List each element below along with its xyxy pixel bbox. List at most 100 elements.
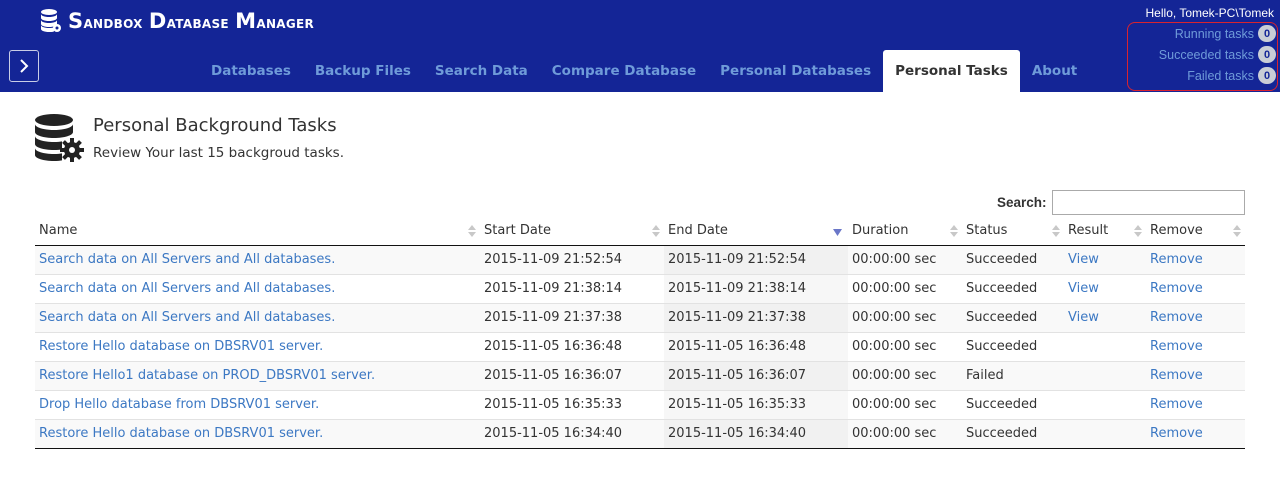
task-name-link[interactable]: Restore Hello1 database on PROD_DBSRV01 … xyxy=(35,360,480,390)
nav-backup-files[interactable]: Backup Files xyxy=(303,50,423,92)
nav-databases[interactable]: Databases xyxy=(199,50,303,92)
table-row: Restore Hello database on DBSRV01 server… xyxy=(35,331,1245,361)
result-cell xyxy=(1064,331,1146,361)
start-date-cell: 2015-11-05 16:36:48 xyxy=(480,331,664,361)
nav-personal-databases[interactable]: Personal Databases xyxy=(708,50,883,92)
col-header-result-label: Result xyxy=(1068,222,1109,238)
task-name-link[interactable]: Drop Hello database from DBSRV01 server. xyxy=(35,389,480,419)
col-header-status[interactable]: Status xyxy=(962,216,1064,246)
col-header-name-label: Name xyxy=(39,222,78,238)
remove-link[interactable]: Remove xyxy=(1150,397,1203,412)
sort-both-icon xyxy=(950,225,958,237)
failed-tasks-label: Failed tasks xyxy=(1187,68,1254,83)
remove-cell: Remove xyxy=(1146,273,1245,303)
task-name-text[interactable]: Restore Hello database on DBSRV01 server… xyxy=(39,339,323,354)
main-nav: Databases Backup Files Search Data Compa… xyxy=(199,50,1089,92)
end-date-cell: 2015-11-09 21:37:38 xyxy=(664,302,848,332)
view-result-link[interactable]: View xyxy=(1068,310,1099,325)
task-name-link[interactable]: Search data on All Servers and All datab… xyxy=(35,302,480,332)
col-header-remove[interactable]: Remove xyxy=(1146,216,1245,246)
task-name-link[interactable]: Restore Hello database on DBSRV01 server… xyxy=(35,331,480,361)
remove-link[interactable]: Remove xyxy=(1150,368,1203,383)
remove-cell: Remove xyxy=(1146,302,1245,332)
nav-compare-database[interactable]: Compare Database xyxy=(540,50,708,92)
col-header-end-label: End Date xyxy=(668,222,728,238)
remove-link[interactable]: Remove xyxy=(1150,310,1203,325)
remove-cell: Remove xyxy=(1146,331,1245,361)
table-row: Restore Hello1 database on PROD_DBSRV01 … xyxy=(35,360,1245,390)
running-tasks-label: Running tasks xyxy=(1174,26,1254,41)
sidebar-toggle-button[interactable] xyxy=(9,50,39,82)
search-input[interactable] xyxy=(1052,190,1245,215)
task-name-text[interactable]: Restore Hello1 database on PROD_DBSRV01 … xyxy=(39,368,375,383)
result-cell: View xyxy=(1064,302,1146,332)
app-title-w3: anager xyxy=(256,13,315,33)
app-title-d: D xyxy=(148,9,167,33)
task-name-link[interactable]: Search data on All Servers and All datab… xyxy=(35,273,480,303)
status-cell: Failed xyxy=(962,360,1064,390)
nav-about[interactable]: About xyxy=(1020,50,1089,92)
view-result-link[interactable]: View xyxy=(1068,252,1099,267)
sort-desc-icon xyxy=(833,229,842,236)
nav-personal-tasks[interactable]: Personal Tasks xyxy=(883,50,1020,92)
view-result-link[interactable]: View xyxy=(1068,281,1099,296)
col-header-remove-label: Remove xyxy=(1150,222,1203,238)
result-cell xyxy=(1064,389,1146,419)
app-brand[interactable]: Sandbox Database Manager xyxy=(40,8,314,34)
running-tasks-link[interactable]: Running tasks 0 xyxy=(1175,25,1276,42)
duration-cell: 00:00:00 sec xyxy=(848,331,962,361)
start-date-cell: 2015-11-05 16:36:07 xyxy=(480,360,664,390)
succeeded-tasks-link[interactable]: Succeeded tasks 0 xyxy=(1159,46,1276,63)
status-cell: Succeeded xyxy=(962,302,1064,332)
task-name-text[interactable]: Search data on All Servers and All datab… xyxy=(39,281,335,296)
remove-link[interactable]: Remove xyxy=(1150,426,1203,441)
task-name-link[interactable]: Search data on All Servers and All datab… xyxy=(35,245,480,274)
succeeded-tasks-count: 0 xyxy=(1258,46,1276,63)
remove-link[interactable]: Remove xyxy=(1150,281,1203,296)
col-header-start-label: Start Date xyxy=(484,222,551,238)
remove-link[interactable]: Remove xyxy=(1150,252,1203,267)
sort-both-icon xyxy=(468,225,476,237)
end-date-cell: 2015-11-05 16:36:07 xyxy=(664,360,848,390)
end-date-cell: 2015-11-09 21:38:14 xyxy=(664,273,848,303)
app-title-w1: andbox xyxy=(83,13,149,33)
start-date-cell: 2015-11-09 21:52:54 xyxy=(480,245,664,274)
failed-tasks-link[interactable]: Failed tasks 0 xyxy=(1187,67,1276,84)
remove-cell: Remove xyxy=(1146,418,1245,449)
col-header-end-date[interactable]: End Date xyxy=(664,216,848,246)
task-name-text[interactable]: Search data on All Servers and All datab… xyxy=(39,310,335,325)
start-date-cell: 2015-11-05 16:35:33 xyxy=(480,389,664,419)
database-gear-icon xyxy=(35,114,84,162)
page-title: Personal Background Tasks xyxy=(93,115,337,136)
end-date-cell: 2015-11-05 16:36:48 xyxy=(664,331,848,361)
col-header-duration[interactable]: Duration xyxy=(848,216,962,246)
sort-both-icon xyxy=(1134,225,1142,237)
failed-tasks-count: 0 xyxy=(1258,67,1276,84)
end-date-cell: 2015-11-05 16:34:40 xyxy=(664,418,848,449)
sort-both-icon xyxy=(652,225,660,237)
duration-cell: 00:00:00 sec xyxy=(848,389,962,419)
remove-link[interactable]: Remove xyxy=(1150,339,1203,354)
chevron-right-icon xyxy=(20,59,29,73)
col-header-start-date[interactable]: Start Date xyxy=(480,216,664,246)
result-cell: View xyxy=(1064,245,1146,274)
nav-search-data[interactable]: Search Data xyxy=(423,50,540,92)
user-greeting: Hello, Tomek-PC\Tomek xyxy=(1145,6,1274,20)
start-date-cell: 2015-11-05 16:34:40 xyxy=(480,418,664,449)
table-header-row: Name Start Date End Date Duration Status… xyxy=(35,216,1245,246)
task-name-link[interactable]: Restore Hello database on DBSRV01 server… xyxy=(35,418,480,449)
status-cell: Succeeded xyxy=(962,331,1064,361)
table-row: Search data on All Servers and All datab… xyxy=(35,245,1245,274)
status-cell: Succeeded xyxy=(962,418,1064,449)
start-date-cell: 2015-11-09 21:38:14 xyxy=(480,273,664,303)
remove-cell: Remove xyxy=(1146,389,1245,419)
duration-cell: 00:00:00 sec xyxy=(848,302,962,332)
task-name-text[interactable]: Drop Hello database from DBSRV01 server. xyxy=(39,397,319,412)
sort-both-icon xyxy=(1233,225,1241,237)
duration-cell: 00:00:00 sec xyxy=(848,245,962,274)
task-name-text[interactable]: Search data on All Servers and All datab… xyxy=(39,252,335,267)
col-header-name[interactable]: Name xyxy=(35,216,480,246)
task-name-text[interactable]: Restore Hello database on DBSRV01 server… xyxy=(39,426,323,441)
col-header-result[interactable]: Result xyxy=(1064,216,1146,246)
status-cell: Succeeded xyxy=(962,273,1064,303)
